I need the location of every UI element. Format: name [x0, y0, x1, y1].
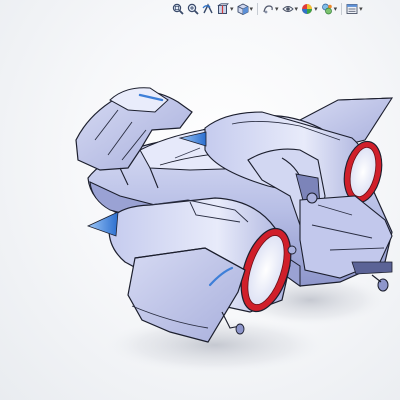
graphics-area[interactable]: ▾ ▾ ▾ ▾ ▾ ▾ ▾ — [0, 0, 400, 400]
lower-left-exhaust-cone — [86, 211, 119, 237]
nose-gear-strut — [371, 274, 382, 283]
aircraft-model[interactable] — [0, 0, 400, 400]
hull-connector — [287, 245, 297, 255]
hull-connector — [306, 192, 318, 204]
nose-vent — [351, 261, 393, 275]
main-landing-wheel — [235, 323, 245, 335]
